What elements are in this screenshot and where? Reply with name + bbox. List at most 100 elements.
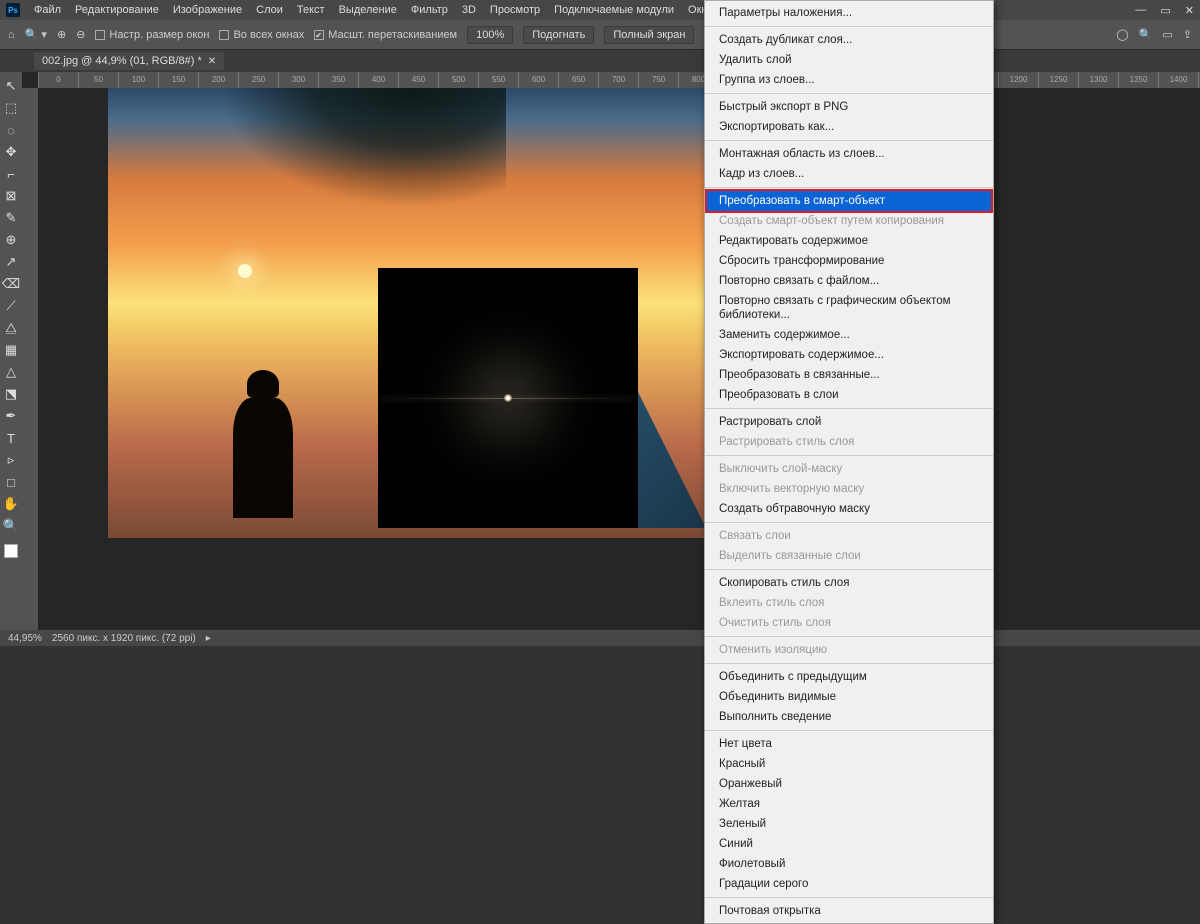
status-zoom[interactable]: 44,95% bbox=[8, 633, 42, 644]
workspace-icon[interactable]: ▭ bbox=[1162, 28, 1172, 41]
context-menu-item[interactable]: Редактировать содержимое bbox=[705, 231, 993, 251]
move-tool[interactable]: ↖ bbox=[0, 76, 22, 96]
shape-tool[interactable]: □ bbox=[0, 472, 22, 492]
zoom-out-icon[interactable]: ⊖ bbox=[76, 28, 85, 41]
context-menu-item[interactable]: Быстрый экспорт в PNG bbox=[705, 97, 993, 117]
menu-image[interactable]: Изображение bbox=[173, 4, 242, 16]
history-brush-tool[interactable]: ⟋ bbox=[0, 296, 22, 316]
sun bbox=[238, 264, 252, 278]
context-menu-item[interactable]: Желтая bbox=[705, 794, 993, 814]
context-menu-item[interactable]: Группа из слоев... bbox=[705, 70, 993, 90]
context-menu-item[interactable]: Преобразовать в слои bbox=[705, 385, 993, 405]
menu-plugins[interactable]: Подключаемые модули bbox=[554, 4, 674, 16]
context-menu-item[interactable]: Нет цвета bbox=[705, 734, 993, 754]
context-menu-separator bbox=[705, 140, 993, 141]
lasso-tool[interactable]: ◌ bbox=[0, 120, 22, 140]
context-menu-item[interactable]: Фиолетовый bbox=[705, 854, 993, 874]
menu-filter[interactable]: Фильтр bbox=[411, 4, 448, 16]
context-menu-item: Вклеить стиль слоя bbox=[705, 593, 993, 613]
marquee-tool[interactable]: ⬚ bbox=[0, 98, 22, 118]
menu-edit[interactable]: Редактирование bbox=[75, 4, 159, 16]
context-menu-item: Выделить связанные слои bbox=[705, 546, 993, 566]
hand-tool[interactable]: ✋ bbox=[0, 494, 22, 514]
type-tool[interactable]: T bbox=[0, 428, 22, 448]
share-icon[interactable]: ⇪ bbox=[1183, 28, 1192, 41]
pen-tool[interactable]: ✒ bbox=[0, 406, 22, 426]
cloud-user-icon[interactable]: ◯ bbox=[1116, 28, 1128, 41]
zoom-100-button[interactable]: 100% bbox=[467, 26, 513, 44]
fullscreen-button[interactable]: Полный экран bbox=[604, 26, 694, 44]
context-menu-item[interactable]: Красный bbox=[705, 754, 993, 774]
context-menu-item[interactable]: Преобразовать в связанные... bbox=[705, 365, 993, 385]
context-menu-item: Выключить слой-маску bbox=[705, 459, 993, 479]
context-menu-item[interactable]: Скопировать стиль слоя bbox=[705, 573, 993, 593]
blur-tool[interactable]: △ bbox=[0, 362, 22, 382]
zoom-tool[interactable]: 🔍 bbox=[0, 516, 22, 536]
menu-file[interactable]: Файл bbox=[34, 4, 61, 16]
flare-layer[interactable] bbox=[378, 268, 638, 528]
document-tab-title: 002.jpg @ 44,9% (01, RGB/8#) * bbox=[42, 55, 202, 67]
context-menu-item[interactable]: Заменить содержимое... bbox=[705, 325, 993, 345]
context-menu-item[interactable]: Синий bbox=[705, 834, 993, 854]
healing-tool[interactable]: ⊕ bbox=[0, 230, 22, 250]
foreground-color[interactable] bbox=[4, 544, 18, 558]
window-maximize-icon[interactable]: ▭ bbox=[1160, 4, 1170, 17]
eyedropper-tool[interactable]: ✎ bbox=[0, 208, 22, 228]
menu-select[interactable]: Выделение bbox=[339, 4, 397, 16]
context-menu-item[interactable]: Градации серого bbox=[705, 874, 993, 894]
context-menu-item[interactable]: Монтажная область из слоев... bbox=[705, 144, 993, 164]
canvas[interactable] bbox=[38, 88, 1200, 632]
dodge-tool[interactable]: ⬔ bbox=[0, 384, 22, 404]
context-menu-separator bbox=[705, 663, 993, 664]
menu-text[interactable]: Текст bbox=[297, 4, 325, 16]
eraser-tool[interactable]: ⧋ bbox=[0, 318, 22, 338]
context-menu-item[interactable]: Повторно связать с файлом... bbox=[705, 271, 993, 291]
frame-tool[interactable]: ⊠ bbox=[0, 186, 22, 206]
toolbox: ↖ ⬚ ◌ ✥ ⌐ ⊠ ✎ ⊕ ↗ ⌫ ⟋ ⧋ ▦ △ ⬔ ✒ T ▹ □ ✋ … bbox=[0, 72, 22, 632]
ruler-tick: 1350 bbox=[1118, 72, 1158, 88]
context-menu-item: Отменить изоляцию bbox=[705, 640, 993, 660]
context-menu-item[interactable]: Экспортировать как... bbox=[705, 117, 993, 137]
close-tab-icon[interactable]: ✕ bbox=[208, 56, 216, 67]
zoom-tool-icon[interactable]: 🔍 ▾ bbox=[25, 28, 47, 41]
context-menu-item[interactable]: Удалить слой bbox=[705, 50, 993, 70]
context-menu-item[interactable]: Создать дубликат слоя... bbox=[705, 30, 993, 50]
menu-3d[interactable]: 3D bbox=[462, 4, 476, 16]
zoom-in-icon[interactable]: ⊕ bbox=[57, 28, 66, 41]
window-close-icon[interactable]: ✕ bbox=[1185, 4, 1194, 17]
gradient-tool[interactable]: ▦ bbox=[0, 340, 22, 360]
stamp-tool[interactable]: ⌫ bbox=[0, 274, 22, 294]
path-tool[interactable]: ▹ bbox=[0, 450, 22, 470]
context-menu-item[interactable]: Почтовая открытка bbox=[705, 901, 993, 921]
menu-layers[interactable]: Слои bbox=[256, 4, 283, 16]
context-menu-item[interactable]: Кадр из слоев... bbox=[705, 164, 993, 184]
scrubby-zoom-checkbox[interactable] bbox=[314, 30, 324, 40]
document-tabbar: 002.jpg @ 44,9% (01, RGB/8#) * ✕ bbox=[0, 50, 1200, 72]
context-menu-item[interactable]: Повторно связать с графическим объектом … bbox=[705, 291, 993, 325]
context-menu-item[interactable]: Преобразовать в смарт-объект bbox=[705, 189, 993, 213]
resize-windows-checkbox[interactable] bbox=[95, 30, 105, 40]
search-icon[interactable]: 🔍 bbox=[1139, 28, 1153, 41]
home-icon[interactable]: ⌂ bbox=[8, 29, 15, 41]
window-minimize-icon[interactable]: — bbox=[1135, 4, 1146, 17]
selection-tool[interactable]: ✥ bbox=[0, 142, 22, 162]
crop-tool[interactable]: ⌐ bbox=[0, 164, 22, 184]
context-menu-item[interactable]: Параметры наложения... bbox=[705, 3, 993, 23]
context-menu-item[interactable]: Сбросить трансформирование bbox=[705, 251, 993, 271]
document-tab[interactable]: 002.jpg @ 44,9% (01, RGB/8#) * ✕ bbox=[34, 52, 224, 70]
context-menu-item[interactable]: Создать обтравочную маску bbox=[705, 499, 993, 519]
context-menu-item[interactable]: Объединить видимые bbox=[705, 687, 993, 707]
menubar: Ps Файл Редактирование Изображение Слои … bbox=[0, 0, 1200, 20]
context-menu-separator bbox=[705, 636, 993, 637]
context-menu-item[interactable]: Экспортировать содержимое... bbox=[705, 345, 993, 365]
context-menu-item[interactable]: Выполнить сведение bbox=[705, 707, 993, 727]
fit-screen-button[interactable]: Подогнать bbox=[523, 26, 594, 44]
context-menu-item[interactable]: Растрировать слой bbox=[705, 412, 993, 432]
all-windows-checkbox[interactable] bbox=[219, 30, 229, 40]
context-menu-separator bbox=[705, 187, 993, 188]
context-menu-item[interactable]: Объединить с предыдущим bbox=[705, 667, 993, 687]
context-menu-item[interactable]: Оранжевый bbox=[705, 774, 993, 794]
menu-view[interactable]: Просмотр bbox=[490, 4, 540, 16]
context-menu-item[interactable]: Зеленый bbox=[705, 814, 993, 834]
brush-tool[interactable]: ↗ bbox=[0, 252, 22, 272]
